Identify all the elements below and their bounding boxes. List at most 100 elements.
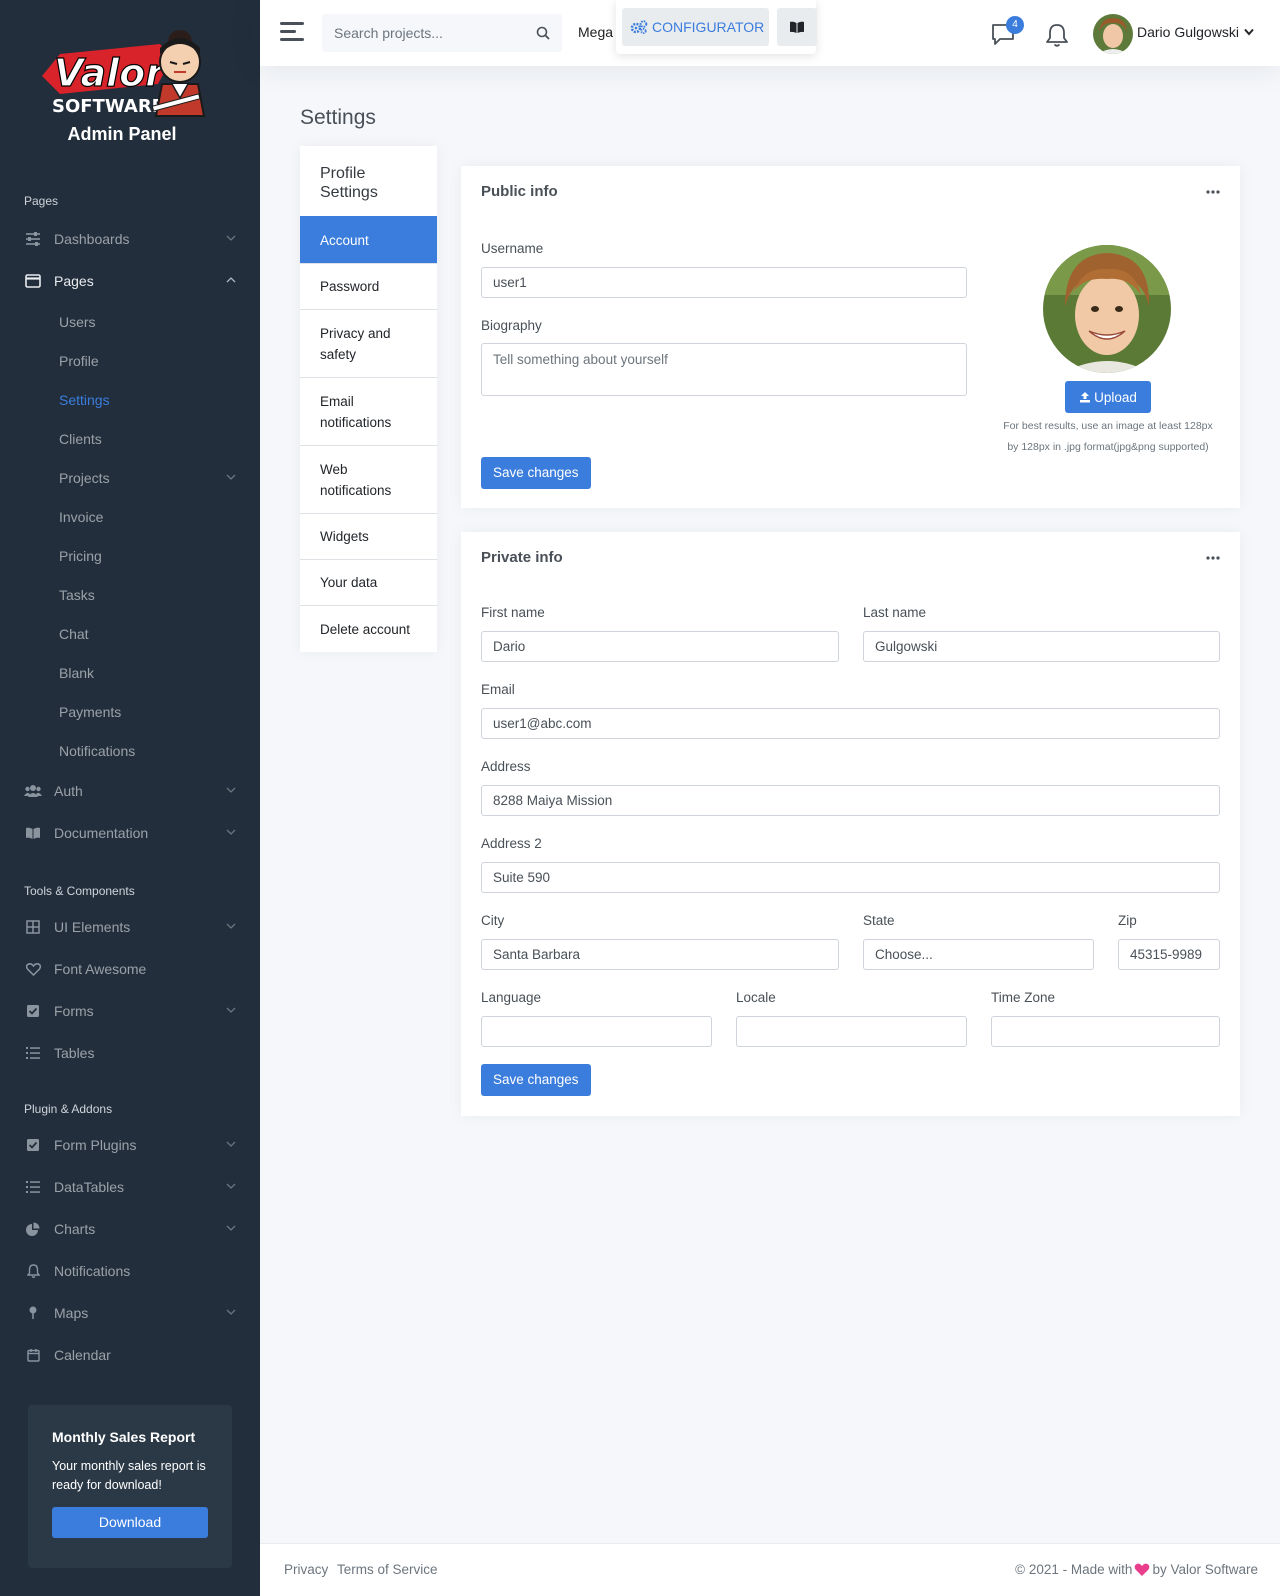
- more-horizontal-icon[interactable]: [1206, 190, 1220, 194]
- address-input[interactable]: 8288 Maiya Mission: [481, 785, 1220, 816]
- username-input[interactable]: user1: [481, 267, 967, 298]
- user-avatar[interactable]: [1093, 14, 1133, 54]
- settings-nav-email-notifications[interactable]: Email notifications: [300, 377, 437, 445]
- sidebar-item-dashboards[interactable]: Dashboards: [0, 218, 260, 260]
- profile-avatar: [1043, 245, 1171, 373]
- settings-nav-header: Profile Settings: [320, 165, 378, 201]
- language-select[interactable]: [481, 1016, 712, 1047]
- settings-nav-your-data[interactable]: Your data: [300, 559, 437, 605]
- zip-label: Zip: [1118, 913, 1137, 928]
- private-info-card: Private info First name Dario Last name …: [461, 532, 1240, 1116]
- footer-terms-link[interactable]: Terms of Service: [337, 1562, 438, 1577]
- sidebar-item-notifications[interactable]: Notifications: [0, 1250, 260, 1292]
- sidebar-item-ui-elements[interactable]: UI Elements: [0, 906, 260, 948]
- sidebar-subitem-projects[interactable]: Projects: [0, 458, 260, 497]
- sidebar-header-tools: Tools & Components: [24, 884, 135, 898]
- email-label: Email: [481, 682, 515, 697]
- cogs-icon: [630, 20, 648, 34]
- sidebar-subitem-chat[interactable]: Chat: [0, 614, 260, 653]
- settings-nav-widgets[interactable]: Widgets: [300, 513, 437, 559]
- sidebar-item-maps[interactable]: Maps: [0, 1292, 260, 1334]
- sidebar-item-documentation[interactable]: Documentation: [0, 812, 260, 854]
- footer-privacy-link[interactable]: Privacy: [284, 1562, 328, 1577]
- sidebar-item-tables[interactable]: Tables: [0, 1032, 260, 1074]
- bell-icon[interactable]: [1045, 22, 1069, 48]
- sidebar-subitem-clients[interactable]: Clients: [0, 419, 260, 458]
- users-icon: [24, 782, 42, 800]
- settings-nav-password[interactable]: Password: [300, 263, 437, 309]
- sidebar-item-label: Font Awesome: [54, 961, 147, 977]
- upload-button[interactable]: Upload: [1065, 381, 1151, 413]
- sidebar-subitem-pricing[interactable]: Pricing: [0, 536, 260, 575]
- sidebar-subitem-blank[interactable]: Blank: [0, 653, 260, 692]
- configurator-popup: CONFIGURATOR: [616, 0, 817, 54]
- sidebar-item-auth[interactable]: Auth: [0, 770, 260, 812]
- settings-nav-delete-account[interactable]: Delete account: [300, 605, 437, 652]
- docs-button[interactable]: [777, 8, 817, 46]
- last-name-input[interactable]: Gulgowski: [863, 631, 1220, 662]
- sidebar-item-label: DataTables: [54, 1179, 125, 1195]
- address-label: Address: [481, 759, 531, 774]
- search-input[interactable]: [322, 14, 522, 52]
- sidebar-subitem-label: Projects: [59, 469, 110, 486]
- biography-label: Biography: [481, 318, 542, 333]
- timezone-select[interactable]: [991, 1016, 1220, 1047]
- caret-down-icon[interactable]: [1244, 28, 1254, 36]
- svg-text:Valor: Valor: [54, 51, 166, 95]
- list-icon: [24, 1044, 42, 1062]
- chevron-down-icon: [226, 923, 236, 929]
- sidebar-subitem-notifications[interactable]: Notifications: [0, 731, 260, 770]
- card-title: Public info: [481, 183, 558, 200]
- search-icon[interactable]: [536, 26, 550, 40]
- settings-nav-privacy[interactable]: Privacy and safety: [300, 309, 437, 377]
- more-horizontal-icon[interactable]: [1206, 556, 1220, 560]
- locale-select[interactable]: [736, 1016, 967, 1047]
- sidebar-item-font-awesome[interactable]: Font Awesome: [0, 948, 260, 990]
- footer-copy-prefix: © 2021 - Made with: [1015, 1562, 1133, 1577]
- address2-input[interactable]: Suite 590: [481, 862, 1220, 893]
- bell-icon: [24, 1262, 42, 1280]
- save-private-button[interactable]: Save changes: [481, 1064, 591, 1096]
- sidebar-subitem-settings[interactable]: Settings: [0, 380, 260, 419]
- topbar: Mega CONFIGURATOR 4 Dario Gulgowski: [260, 0, 1280, 66]
- upload-hint-line: by 128px in .jpg format(jpg&png supporte…: [1007, 441, 1209, 453]
- timezone-label: Time Zone: [991, 990, 1056, 1005]
- sidebar-item-calendar[interactable]: Calendar: [0, 1334, 260, 1376]
- sidebar-item-form-plugins[interactable]: Form Plugins: [0, 1124, 260, 1166]
- sidebar-item-datatables[interactable]: DataTables: [0, 1166, 260, 1208]
- sidebar-item-pages[interactable]: Pages: [0, 260, 260, 302]
- settings-nav-account[interactable]: Account: [300, 216, 437, 263]
- sidebar-subitem-profile[interactable]: Profile: [0, 341, 260, 380]
- settings-nav: Profile Settings Account Password Privac…: [300, 146, 437, 652]
- state-label: State: [863, 913, 895, 928]
- sidebar-item-label: Auth: [54, 783, 83, 799]
- download-button[interactable]: Download: [52, 1507, 208, 1538]
- save-public-button[interactable]: Save changes: [481, 457, 591, 489]
- first-name-label: First name: [481, 605, 545, 620]
- upload-hint: For best results, use an image at least …: [981, 416, 1235, 458]
- brand[interactable]: Valor SOFTWARE Admin Panel: [0, 0, 260, 160]
- city-input[interactable]: Santa Barbara: [481, 939, 839, 970]
- footer: Privacy Terms of Service © 2021 - Made w…: [260, 1543, 1280, 1596]
- sidebar-subitem-payments[interactable]: Payments: [0, 692, 260, 731]
- sidebar-subitem-users[interactable]: Users: [0, 302, 260, 341]
- zip-input[interactable]: 45315-9989: [1118, 939, 1220, 970]
- sidebar-item-forms[interactable]: Forms: [0, 990, 260, 1032]
- sidebar-subitem-tasks[interactable]: Tasks: [0, 575, 260, 614]
- sidebar: Valor SOFTWARE Admin Panel Pages Dashboa…: [0, 0, 260, 1596]
- configurator-button[interactable]: CONFIGURATOR: [622, 8, 769, 46]
- map-pin-icon: [24, 1304, 42, 1322]
- user-name[interactable]: Dario Gulgowski: [1137, 24, 1239, 40]
- mega-menu-link[interactable]: Mega: [578, 24, 613, 40]
- username-label: Username: [481, 241, 544, 256]
- settings-nav-web-notifications[interactable]: Web notifications: [300, 445, 437, 513]
- biography-textarea[interactable]: Tell something about yourself: [481, 343, 967, 396]
- chevron-down-icon: [226, 1007, 236, 1013]
- sidebar-subitem-invoice[interactable]: Invoice: [0, 497, 260, 536]
- email-input[interactable]: user1@abc.com: [481, 708, 1220, 739]
- state-select[interactable]: Choose...: [863, 939, 1094, 970]
- sidebar-item-charts[interactable]: Charts: [0, 1208, 260, 1250]
- first-name-input[interactable]: Dario: [481, 631, 839, 662]
- hamburger-menu-icon[interactable]: [280, 22, 304, 42]
- chevron-down-icon: [226, 1183, 236, 1189]
